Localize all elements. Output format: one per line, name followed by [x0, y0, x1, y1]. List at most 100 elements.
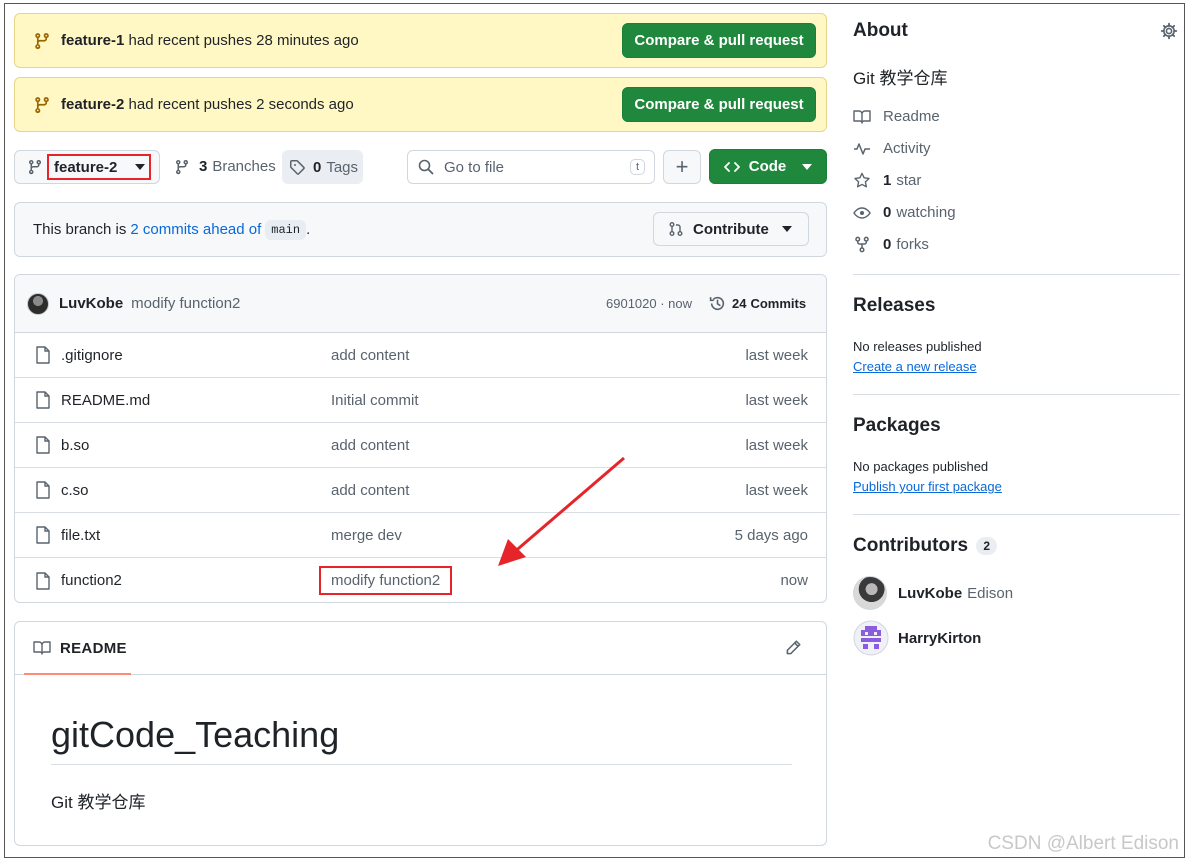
file-name[interactable]: b.so — [61, 437, 89, 454]
file-name[interactable]: c.so — [61, 482, 89, 499]
commit-message[interactable]: modify function2 — [131, 295, 240, 312]
author-avatar[interactable] — [27, 292, 49, 315]
watchers-link[interactable]: 0 watching — [853, 204, 956, 221]
contributor-item[interactable]: HarryKirton — [853, 620, 981, 656]
sidebar-divider — [853, 394, 1180, 395]
file-commit-message[interactable]: add content — [331, 347, 745, 364]
branch-icon — [176, 159, 188, 174]
recent-push-banner-feature-1: feature-1 had recent pushes 28 minutes a… — [14, 13, 827, 68]
file-row[interactable]: file.txt merge dev 5 days ago — [15, 513, 826, 558]
caret-down-icon — [782, 226, 792, 232]
ahead-suffix: . — [306, 221, 311, 238]
branches-link[interactable]: 3 Branches — [174, 158, 276, 175]
publish-package-link[interactable]: Publish your first package — [853, 479, 1002, 494]
star-icon — [854, 172, 870, 188]
fork-icon — [855, 236, 869, 253]
branches-count: 3 — [199, 158, 208, 175]
annotation-arrow — [498, 456, 625, 566]
gear-icon[interactable] — [1160, 22, 1178, 40]
file-name[interactable]: .gitignore — [61, 347, 123, 364]
commits-history-link[interactable]: 24 Commits — [709, 295, 806, 312]
file-commit-time: last week — [745, 346, 808, 364]
activity-link[interactable]: Activity — [853, 140, 931, 157]
code-icon — [723, 161, 740, 172]
file-icon — [36, 571, 50, 590]
book-icon — [33, 641, 51, 655]
banner-branch-name[interactable]: feature-1 — [61, 32, 124, 49]
file-icon — [36, 526, 50, 544]
file-name[interactable]: file.txt — [61, 527, 100, 544]
releases-title[interactable]: Releases — [853, 295, 935, 317]
stars-label: star — [896, 172, 922, 189]
file-row[interactable]: README.md Initial commit last week — [15, 378, 826, 423]
csdn-watermark: CSDN @Albert Edison — [987, 833, 1179, 854]
compare-pull-request-button[interactable]: Compare & pull request — [622, 23, 816, 58]
readme-description: Git 教学仓库 — [51, 793, 146, 812]
caret-down-icon — [802, 163, 813, 170]
banner-message: feature-1 had recent pushes 28 minutes a… — [61, 32, 622, 49]
contribute-button[interactable]: Contribute — [653, 212, 809, 246]
go-to-file-placeholder: Go to file — [444, 158, 505, 176]
commits-count: 24 — [732, 296, 747, 311]
readme-link[interactable]: Readme — [853, 108, 940, 125]
contributor-avatar[interactable] — [853, 576, 887, 610]
branch-selector-button[interactable]: feature-2 — [14, 150, 160, 184]
watching-label: watching — [896, 204, 956, 221]
contributor-item[interactable]: LuvKobe Edison — [853, 576, 1013, 610]
file-row[interactable]: b.so add content last week — [15, 423, 826, 468]
go-to-file-input[interactable]: Go to file t — [407, 150, 655, 184]
file-commit-message[interactable]: add content — [331, 437, 745, 454]
file-row[interactable]: function2 modify function2 now — [15, 558, 826, 602]
banner-text: had recent pushes 28 minutes ago — [128, 32, 359, 49]
file-name[interactable]: function2 — [61, 572, 122, 589]
commit-hash-time[interactable]: 6901020 · now — [606, 296, 692, 311]
pencil-icon[interactable] — [784, 639, 802, 657]
file-commit-message[interactable]: modify function2 — [331, 572, 440, 589]
tags-label: Tags — [326, 158, 359, 176]
contributors-count-badge: 2 — [976, 536, 998, 555]
commits-ahead-link[interactable]: 2 commits ahead of — [130, 221, 261, 238]
readme-tab-label: README — [60, 639, 127, 657]
tags-link[interactable]: 0 Tags — [282, 150, 363, 184]
readme-divider — [51, 764, 792, 765]
history-icon — [709, 296, 725, 311]
file-commit-time: last week — [745, 436, 808, 454]
file-commit-message[interactable]: Initial commit — [331, 392, 745, 409]
file-name[interactable]: README.md — [61, 392, 150, 409]
create-release-link[interactable]: Create a new release — [853, 359, 977, 374]
file-commit-time: last week — [745, 391, 808, 409]
contributor-avatar[interactable] — [853, 620, 889, 656]
latest-commit-bar: LuvKobe modify function2 6901020 · now 2… — [15, 275, 826, 333]
pulse-icon — [854, 142, 870, 155]
branch-ahead-status: This branch is 2 commits ahead of main .… — [14, 202, 827, 257]
no-packages-text: No packages published — [853, 459, 989, 474]
commit-author[interactable]: LuvKobe — [59, 295, 123, 312]
forks-count: 0 — [883, 236, 892, 253]
branches-label: Branches — [212, 158, 276, 175]
book-icon — [853, 109, 871, 124]
readme-tab[interactable]: README — [15, 622, 826, 675]
stars-link[interactable]: 1 star — [853, 172, 921, 189]
file-row[interactable]: c.so add content last week — [15, 468, 826, 513]
base-branch-pill: main — [265, 219, 307, 240]
compare-pull-request-button[interactable]: Compare & pull request — [622, 87, 816, 122]
stars-count: 1 — [883, 172, 892, 189]
packages-title[interactable]: Packages — [853, 415, 941, 437]
branch-icon — [29, 159, 41, 175]
banner-branch-name[interactable]: feature-2 — [61, 96, 124, 113]
add-file-button[interactable]: + — [663, 150, 701, 184]
eye-icon — [853, 206, 871, 219]
about-title: About — [853, 20, 908, 41]
file-commit-time: now — [780, 572, 808, 589]
forks-link[interactable]: 0 forks — [853, 236, 929, 253]
file-list: LuvKobe modify function2 6901020 · now 2… — [14, 274, 827, 603]
branch-icon — [35, 96, 49, 113]
contributors-title-label: Contributors — [853, 535, 969, 556]
current-branch-label: feature-2 — [54, 158, 118, 176]
readme-link-label: Readme — [883, 108, 940, 125]
contributors-title[interactable]: Contributors 2 — [853, 535, 998, 557]
file-row[interactable]: .gitignore add content last week — [15, 333, 826, 378]
contributor-login: HarryKirton — [898, 629, 982, 647]
code-button[interactable]: Code — [709, 149, 827, 184]
file-icon — [36, 391, 50, 409]
